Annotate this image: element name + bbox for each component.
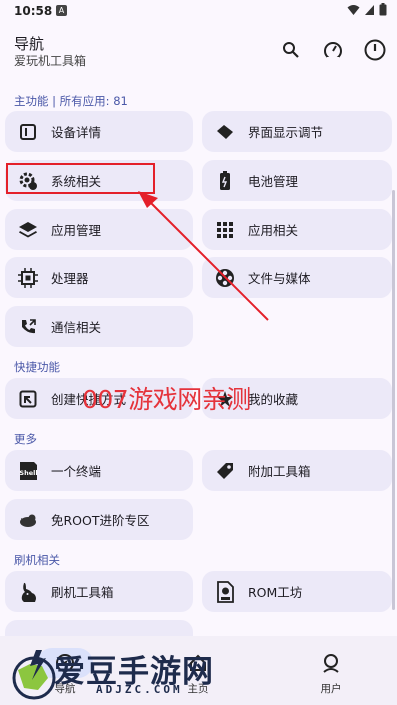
card-label: 刷机工具箱 xyxy=(51,585,114,600)
notification-icon: A xyxy=(56,5,67,16)
section-main-header: 主功能 | 所有应用: 81 xyxy=(14,94,128,108)
nav-pill xyxy=(303,648,359,678)
phone-icon xyxy=(17,316,39,338)
watermark-text: 007游戏网亲测 xyxy=(82,385,251,414)
status-icons xyxy=(347,3,387,16)
card-app-related[interactable]: 应用相关 xyxy=(202,209,392,250)
card-label: 界面显示调节 xyxy=(248,125,324,140)
status-time: 10:58 xyxy=(14,4,53,18)
card-file-media[interactable]: 文件与媒体 xyxy=(202,257,392,298)
card-terminal[interactable]: Shell 一个终端 xyxy=(5,450,193,491)
highlight-box xyxy=(6,163,155,194)
section-flash-header: 刷机相关 xyxy=(14,553,60,567)
scrollbar[interactable] xyxy=(392,190,395,610)
speedometer-icon xyxy=(324,42,342,60)
card-rom-workshop[interactable]: ROM工坊 xyxy=(202,571,392,612)
card-label: 应用管理 xyxy=(51,223,102,238)
card-label: ROM工坊 xyxy=(248,585,303,600)
card-label: 文件与媒体 xyxy=(248,271,311,286)
speedometer-button[interactable] xyxy=(319,36,347,64)
card-device-details[interactable]: 设备详情 xyxy=(5,111,193,152)
section-shortcuts-header: 快捷功能 xyxy=(14,360,60,374)
display-icon xyxy=(214,121,236,143)
power-button[interactable] xyxy=(361,36,389,64)
chip-icon xyxy=(17,267,39,289)
card-label: 电池管理 xyxy=(248,174,299,189)
page-subtitle: 爱玩机工具箱 xyxy=(14,54,87,68)
logo-domain: ADJZC.COM xyxy=(96,683,183,696)
card-label: 一个终端 xyxy=(51,464,102,479)
card-label: 处理器 xyxy=(51,271,89,286)
appbar-actions xyxy=(277,36,389,64)
card-label: 通信相关 xyxy=(51,320,102,335)
card-display-adjust[interactable]: 界面显示调节 xyxy=(202,111,392,152)
card-battery[interactable]: 电池管理 xyxy=(202,160,392,201)
cloud-bird-icon xyxy=(17,509,39,531)
power-icon xyxy=(364,39,386,61)
card-flash-tools[interactable]: 刷机工具箱 xyxy=(5,571,193,612)
rabbit-icon xyxy=(17,581,39,603)
search-button[interactable] xyxy=(277,36,305,64)
signal-icon xyxy=(365,4,374,15)
card-label: 免ROOT进阶专区 xyxy=(51,513,150,528)
card-no-root[interactable]: 免ROOT进阶专区 xyxy=(5,499,193,540)
status-bar: 10:58 A xyxy=(0,0,397,24)
device-info-icon xyxy=(17,121,39,143)
nav-label: 用户 xyxy=(320,683,342,695)
grid-icon xyxy=(214,219,236,241)
card-label: 我的收藏 xyxy=(248,392,299,407)
svg-text:Shell: Shell xyxy=(19,469,37,477)
tag-icon xyxy=(214,460,236,482)
card-processor[interactable]: 处理器 xyxy=(5,257,193,298)
card-label: 附加工具箱 xyxy=(248,464,311,479)
rom-file-icon xyxy=(214,580,236,603)
card-app-manage[interactable]: 应用管理 xyxy=(5,209,193,250)
shortcut-icon xyxy=(17,388,39,410)
card-label: 设备详情 xyxy=(51,125,102,140)
user-icon xyxy=(323,654,339,673)
film-reel-icon xyxy=(214,267,236,289)
card-label: 应用相关 xyxy=(248,223,299,238)
card-call-related[interactable]: 通信相关 xyxy=(5,306,193,347)
nav-tab-user[interactable]: 用户 xyxy=(266,636,396,705)
card-extra-tools[interactable]: 附加工具箱 xyxy=(202,450,392,491)
search-icon xyxy=(283,42,299,58)
shell-icon: Shell xyxy=(17,460,39,482)
page-title: 导航 xyxy=(14,35,45,53)
layers-icon xyxy=(17,219,39,241)
section-more-header: 更多 xyxy=(14,432,37,446)
wifi-icon xyxy=(347,4,360,15)
battery-icon xyxy=(379,3,387,16)
battery-manage-icon xyxy=(214,170,236,192)
